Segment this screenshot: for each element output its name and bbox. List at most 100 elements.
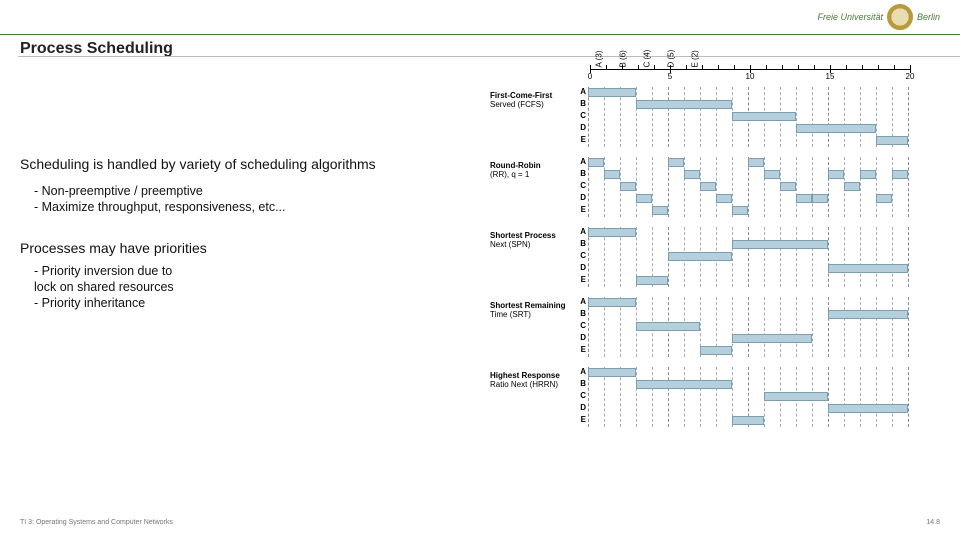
gantt-bar (828, 404, 908, 413)
gantt-bar (588, 158, 604, 167)
gantt-bar (876, 194, 892, 203)
gantt-row: D (588, 123, 908, 135)
bullets-1: - Non-preemptive / preemptive - Maximize… (20, 184, 460, 214)
gantt-row: C (588, 111, 908, 123)
bullets-2: - Priority inversion due to lock on shar… (20, 264, 460, 310)
gantt-grid: ABCDE (588, 367, 908, 427)
row-label: D (578, 403, 586, 412)
jobs-header: A (3)B (6)C (4)D (5)E (2) (594, 58, 940, 67)
gantt-bar (748, 158, 764, 167)
row-label: B (578, 169, 586, 178)
gantt-grid: ABCDE (588, 227, 908, 287)
gantt-bar (636, 380, 732, 389)
gantt-bar (636, 322, 700, 331)
gantt-bar (764, 170, 780, 179)
title-divider (18, 56, 960, 57)
gantt-row: D (588, 333, 908, 345)
job-label: A (3) (595, 58, 604, 68)
gantt-bar (636, 194, 652, 203)
row-label: C (578, 391, 586, 400)
gantt-row: A (588, 227, 908, 239)
gantt-bar (668, 158, 684, 167)
row-label: B (578, 309, 586, 318)
paragraph-1: Scheduling is handled by variety of sche… (20, 155, 460, 174)
gantt-bar (732, 334, 812, 343)
tick-label: 0 (588, 72, 592, 81)
row-label: A (578, 297, 586, 306)
schedule-block: Shortest ProcessNext (SPN)ABCDE (490, 227, 940, 287)
tick-label: 15 (826, 72, 835, 81)
schedules-container: First-Come-FirstServed (FCFS)ABCDERound-… (490, 87, 940, 427)
schedule-block: Highest ResponseRatio Next (HRRN)ABCDE (490, 367, 940, 427)
schedule-name: Highest ResponseRatio Next (HRRN) (490, 367, 588, 389)
schedule-name: Shortest RemainingTime (SRT) (490, 297, 588, 319)
header-divider (0, 34, 960, 35)
job-label: C (4) (643, 58, 652, 68)
row-label: C (578, 111, 586, 120)
gantt-row: B (588, 99, 908, 111)
gantt-bar (796, 124, 876, 133)
gantt-bar (588, 298, 636, 307)
row-label: C (578, 181, 586, 190)
time-axis: 05101520 (590, 69, 910, 87)
gantt-row: A (588, 87, 908, 99)
gantt-bar (860, 170, 876, 179)
gantt-row: E (588, 345, 908, 357)
row-label: E (578, 275, 586, 284)
gantt-bar (652, 206, 668, 215)
row-label: D (578, 123, 586, 132)
gantt-bar (828, 264, 908, 273)
row-label: E (578, 135, 586, 144)
gantt-bar (732, 206, 748, 215)
row-label: A (578, 227, 586, 236)
gantt-row: B (588, 309, 908, 321)
header: Freie Universität Berlin (0, 0, 960, 34)
row-label: B (578, 379, 586, 388)
paragraph-2: Processes may have priorities (20, 240, 460, 256)
job-label: B (6) (619, 58, 628, 68)
row-label: D (578, 263, 586, 272)
row-label: E (578, 345, 586, 354)
gantt-bar (716, 194, 732, 203)
job-label: E (2) (691, 58, 700, 68)
gantt-bar (668, 252, 732, 261)
gantt-row: D (588, 263, 908, 275)
gantt-row: C (588, 391, 908, 403)
gantt-bar (588, 368, 636, 377)
gantt-bar (684, 170, 700, 179)
gantt-row: B (588, 239, 908, 251)
gantt-row: E (588, 135, 908, 147)
gantt-row: A (588, 367, 908, 379)
row-label: D (578, 193, 586, 202)
footer-right: 14.8 (926, 519, 940, 526)
gantt-bar (700, 346, 732, 355)
gantt-grid: ABCDE (588, 297, 908, 357)
gantt-row: D (588, 403, 908, 415)
row-label: A (578, 157, 586, 166)
row-label: B (578, 239, 586, 248)
tick-label: 10 (746, 72, 755, 81)
gantt-bar (780, 182, 796, 191)
gantt-bar (732, 112, 796, 121)
schedule-block: First-Come-FirstServed (FCFS)ABCDE (490, 87, 940, 147)
gantt-bar (700, 182, 716, 191)
row-label: A (578, 87, 586, 96)
seal-icon (887, 4, 913, 30)
gantt-grid: ABCDE (588, 157, 908, 217)
schedule-block: Shortest RemainingTime (SRT)ABCDE (490, 297, 940, 357)
gantt-bar (636, 100, 732, 109)
content-body: Scheduling is handled by variety of sche… (20, 155, 460, 336)
university-logo: Freie Universität Berlin (817, 4, 940, 30)
gantt-bar (732, 240, 828, 249)
footer-left: TI 3: Operating Systems and Computer Net… (20, 519, 173, 526)
gantt-grid: ABCDE (588, 87, 908, 147)
gantt-bar (796, 194, 812, 203)
row-label: C (578, 251, 586, 260)
gantt-row: E (588, 415, 908, 427)
schedule-block: Round-Robin(RR), q = 1ABCDE (490, 157, 940, 217)
row-label: E (578, 205, 586, 214)
gantt-row: C (588, 181, 908, 193)
row-label: E (578, 415, 586, 424)
schedule-name: First-Come-FirstServed (FCFS) (490, 87, 588, 109)
gantt-bar (620, 182, 636, 191)
